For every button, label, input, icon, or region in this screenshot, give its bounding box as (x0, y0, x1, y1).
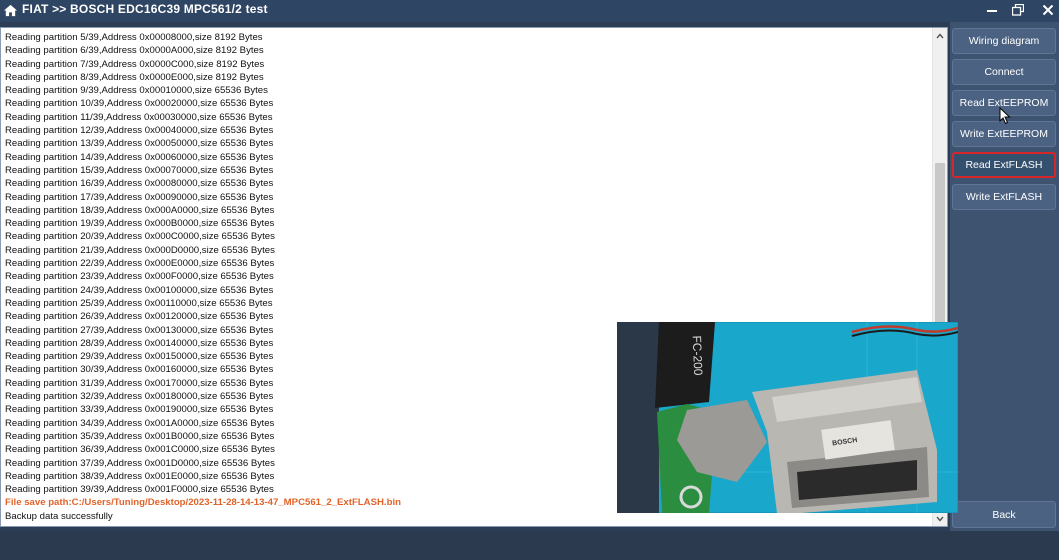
log-line: Reading partition 9/39,Address 0x0001000… (5, 85, 268, 97)
log-line: Reading partition 14/39,Address 0x000600… (5, 151, 274, 163)
log-line: Reading partition 18/39,Address 0x000A00… (5, 204, 275, 216)
scroll-up-arrow-icon[interactable] (936, 32, 944, 40)
log-line: Reading partition 17/39,Address 0x000900… (5, 191, 274, 203)
log-line: Reading partition 12/39,Address 0x000400… (5, 125, 274, 137)
log-line: Reading partition 15/39,Address 0x000700… (5, 164, 274, 176)
minimize-icon[interactable] (982, 0, 1002, 20)
log-line: Reading partition 7/39,Address 0x0000C00… (5, 58, 265, 70)
log-line: Reading partition 19/39,Address 0x000B00… (5, 218, 275, 230)
log-line: Reading partition 16/39,Address 0x000800… (5, 178, 274, 190)
ecu-photo: FC-200 BOSCH (617, 322, 958, 513)
log-line: Reading partition 10/39,Address 0x000200… (5, 98, 274, 110)
write-ext-flash-button[interactable]: Write ExtFLASH (952, 184, 1056, 210)
read-ext-flash-button[interactable]: Read ExtFLASH (952, 152, 1056, 178)
title-bar: FIAT >> BOSCH EDC16C39 MPC561/2 test (0, 0, 1059, 22)
log-line: Reading partition 13/39,Address 0x000500… (5, 138, 274, 150)
window-title: FIAT >> BOSCH EDC16C39 MPC561/2 test (22, 2, 268, 16)
restore-icon[interactable] (1008, 0, 1028, 20)
connect-button[interactable]: Connect (952, 59, 1056, 85)
log-line: Reading partition 25/39,Address 0x001100… (5, 297, 273, 309)
log-line: Reading partition 21/39,Address 0x000D00… (5, 244, 275, 256)
log-line: Reading partition 5/39,Address 0x0000800… (5, 32, 263, 43)
log-line: Reading partition 22/39,Address 0x000E00… (5, 258, 275, 270)
mouse-cursor-icon (999, 107, 1011, 125)
close-icon[interactable] (1038, 0, 1058, 20)
log-line: Reading partition 24/39,Address 0x001000… (5, 284, 274, 296)
log-line: Reading partition 23/39,Address 0x000F00… (5, 271, 274, 283)
programmer-label: FC-200 (690, 335, 705, 376)
back-button[interactable]: Back (952, 501, 1056, 528)
bottom-bar (0, 531, 1059, 560)
log-line: Reading partition 11/39,Address 0x000300… (5, 111, 273, 123)
scroll-down-arrow-icon[interactable] (936, 515, 944, 523)
wiring-diagram-button[interactable]: Wiring diagram (952, 28, 1056, 54)
log-line: Reading partition 20/39,Address 0x000C00… (5, 231, 275, 243)
log-line: Reading partition 8/39,Address 0x0000E00… (5, 71, 264, 83)
home-icon[interactable] (3, 3, 18, 18)
log-line: Reading partition 6/39,Address 0x0000A00… (5, 45, 264, 57)
